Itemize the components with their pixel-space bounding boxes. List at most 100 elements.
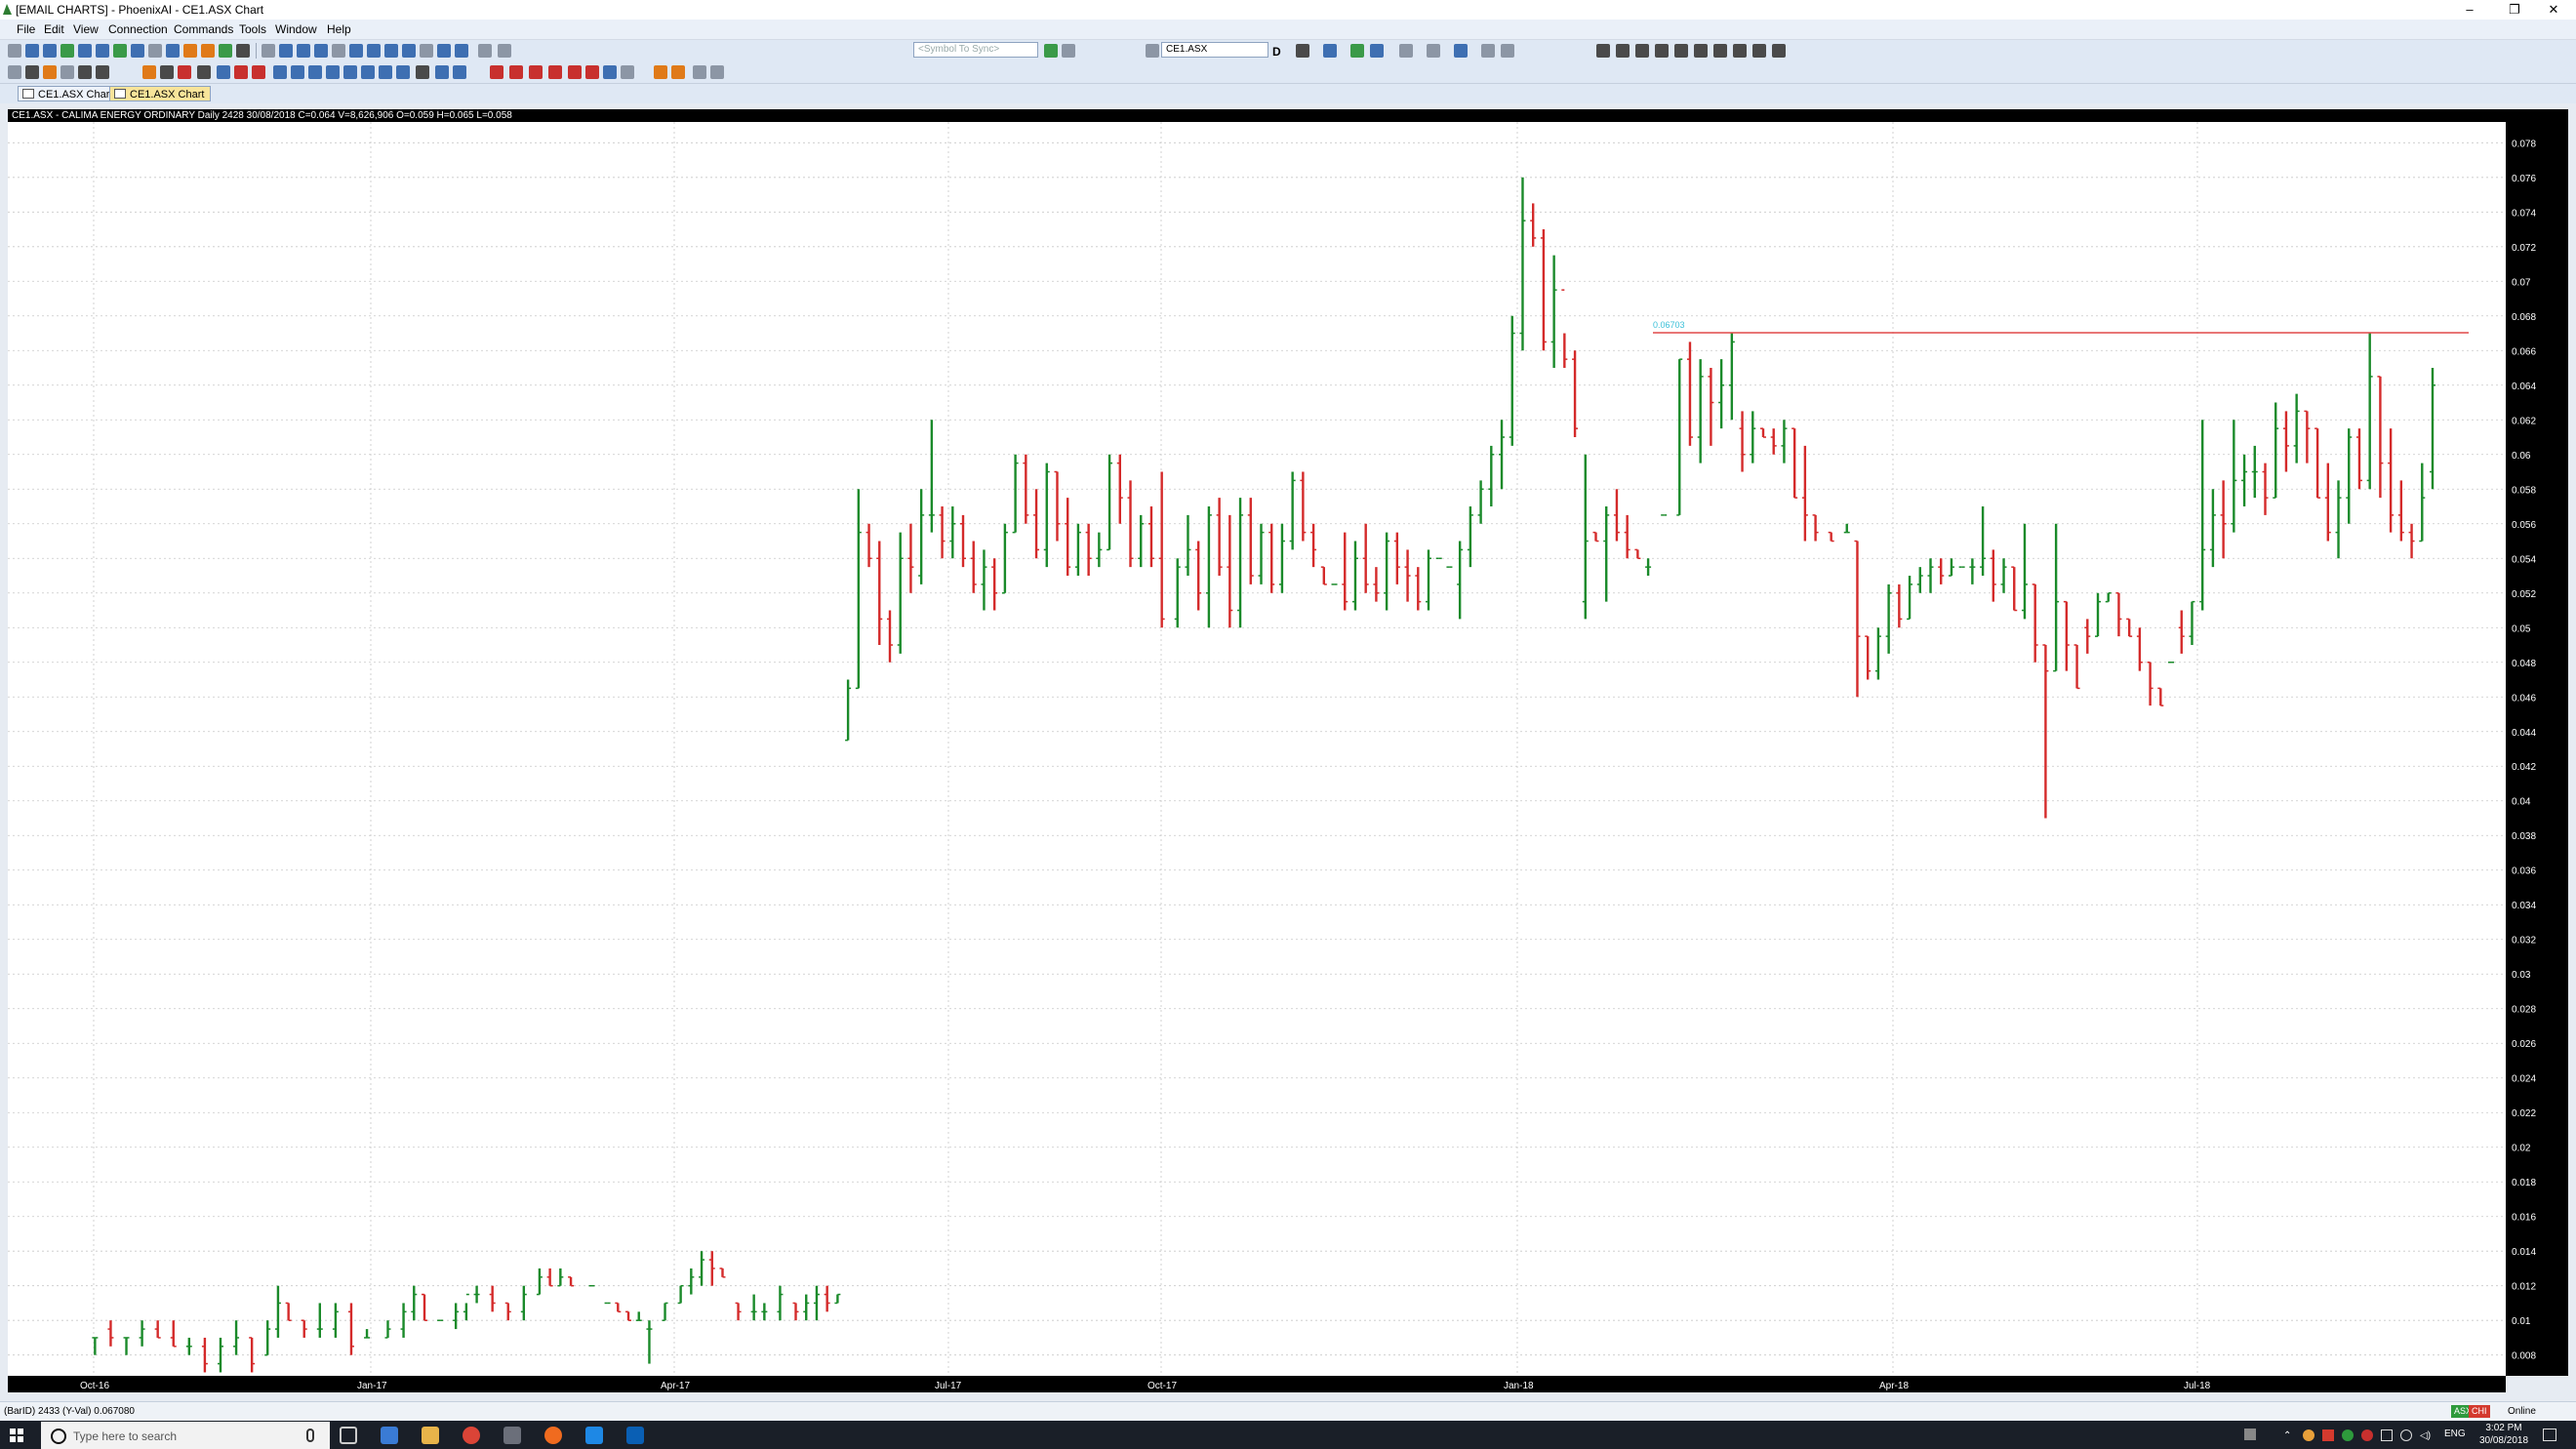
zoom-icon[interactable]: [262, 44, 275, 58]
measure-icon[interactable]: [453, 65, 466, 79]
tray-app-icon-3[interactable]: [2342, 1429, 2354, 1441]
drawing-settings-icon[interactable]: [693, 65, 706, 79]
align-5-icon[interactable]: [1674, 44, 1688, 58]
firefox-icon[interactable]: [544, 1427, 562, 1444]
price-chart[interactable]: 0.06703 0.0780.0760.0740.0720.070.0680.0…: [8, 122, 2568, 1392]
symbol-dropdown-icon[interactable]: [1146, 44, 1159, 58]
fan-icon[interactable]: [234, 65, 248, 79]
cycles-icon[interactable]: [603, 65, 617, 79]
rectangle-icon[interactable]: [490, 65, 503, 79]
align-6-icon[interactable]: [1694, 44, 1708, 58]
fib-fan-icon[interactable]: [326, 65, 340, 79]
align-icon[interactable]: [1596, 44, 1610, 58]
tab-chart-2[interactable]: CE1.ASX Chart: [109, 86, 212, 101]
chain-icon[interactable]: [420, 44, 433, 58]
settings-icon[interactable]: [478, 44, 492, 58]
export-icon[interactable]: [219, 44, 232, 58]
search-icon[interactable]: [498, 44, 511, 58]
arc-icon[interactable]: [252, 65, 265, 79]
text-label-icon[interactable]: [416, 65, 429, 79]
menu-tools[interactable]: Tools: [239, 22, 266, 36]
confirm-icon[interactable]: [1350, 44, 1364, 58]
tray-people-icon[interactable]: [2244, 1429, 2256, 1440]
align-4-icon[interactable]: [1655, 44, 1669, 58]
pan-icon[interactable]: [314, 44, 328, 58]
ratio-icon[interactable]: [1501, 44, 1514, 58]
refresh-icon[interactable]: [60, 44, 74, 58]
grid-view-icon[interactable]: [236, 44, 250, 58]
eraser-icon[interactable]: [60, 65, 74, 79]
vertical-line-icon[interactable]: [197, 65, 211, 79]
indicator-menu-icon[interactable]: [1323, 44, 1337, 58]
watchlist-icon[interactable]: [96, 44, 109, 58]
brush-icon[interactable]: [43, 65, 57, 79]
language-indicator[interactable]: ENG: [2444, 1429, 2466, 1439]
sync-go-icon[interactable]: [1044, 44, 1058, 58]
open-icon[interactable]: [8, 44, 21, 58]
grid-icon[interactable]: [131, 44, 144, 58]
tab-chart-1[interactable]: CE1.ASX Chart: [18, 86, 120, 101]
bar-type-icon[interactable]: [1296, 44, 1309, 58]
fib-arc-icon[interactable]: [343, 65, 357, 79]
close-button[interactable]: ✕: [2531, 0, 2576, 20]
menu-connection[interactable]: Connection: [108, 22, 168, 36]
task-view-icon[interactable]: [340, 1427, 357, 1444]
minimize-button[interactable]: –: [2447, 0, 2492, 20]
channel-icon[interactable]: [160, 65, 174, 79]
tray-app-icon-1[interactable]: [2303, 1429, 2314, 1441]
network-icon[interactable]: [2400, 1429, 2412, 1441]
drawing-options-icon[interactable]: [710, 65, 724, 79]
symbol-input[interactable]: CE1.ASX: [1161, 42, 1268, 58]
action-center-icon[interactable]: [2543, 1429, 2556, 1441]
outlook-icon[interactable]: [626, 1427, 644, 1444]
align-8-icon[interactable]: [1733, 44, 1747, 58]
taskbar-clock[interactable]: 3:02 PM 30/08/2018: [2475, 1422, 2533, 1447]
delete-drawings-icon[interactable]: [621, 65, 634, 79]
save-icon[interactable]: [43, 44, 57, 58]
crosshair-icon[interactable]: [297, 44, 310, 58]
tv-icon[interactable]: [671, 65, 685, 79]
text-icon[interactable]: [568, 65, 582, 79]
indicator-icon[interactable]: [349, 44, 363, 58]
link-icon[interactable]: [402, 44, 416, 58]
battery-icon[interactable]: [2381, 1429, 2393, 1441]
new-chart-icon[interactable]: [25, 44, 39, 58]
menu-window[interactable]: Window: [275, 22, 317, 36]
scale-icon[interactable]: [1427, 44, 1440, 58]
period-selector[interactable]: D: [1272, 45, 1281, 59]
trend-icon[interactable]: [1454, 44, 1468, 58]
menu-help[interactable]: Help: [327, 22, 351, 36]
pointer-icon[interactable]: [8, 65, 21, 79]
tray-chevron-icon[interactable]: ⌃: [2283, 1430, 2291, 1441]
align-3-icon[interactable]: [1635, 44, 1649, 58]
volume-icon[interactable]: ◁): [2420, 1430, 2431, 1441]
menu-file[interactable]: File: [17, 22, 35, 36]
layout-icon[interactable]: [78, 44, 92, 58]
align-2-icon[interactable]: [1616, 44, 1630, 58]
file-explorer-icon[interactable]: [422, 1427, 439, 1444]
menu-view[interactable]: View: [73, 22, 99, 36]
multi-chart-icon[interactable]: [437, 44, 451, 58]
grid-tool-icon[interactable]: [379, 65, 392, 79]
regression-icon[interactable]: [396, 65, 410, 79]
alert-icon[interactable]: [183, 44, 197, 58]
app-icon-pinned-1[interactable]: [381, 1427, 398, 1444]
symbol-sync-input[interactable]: <Symbol To Sync>: [913, 42, 1038, 58]
sync-clear-icon[interactable]: [1062, 44, 1075, 58]
menu-commands[interactable]: Commands: [174, 22, 233, 36]
price-label-icon[interactable]: [435, 65, 449, 79]
gann-icon[interactable]: [361, 65, 375, 79]
line-icon[interactable]: [78, 65, 92, 79]
fib-ext-icon[interactable]: [291, 65, 304, 79]
ray-icon[interactable]: [96, 65, 109, 79]
triangle-icon[interactable]: [548, 65, 562, 79]
marker-icon[interactable]: [178, 65, 191, 79]
arrow-icon[interactable]: [585, 65, 599, 79]
tray-app-icon-4[interactable]: [2361, 1429, 2373, 1441]
as-icon[interactable]: [654, 65, 667, 79]
report-icon[interactable]: [166, 44, 180, 58]
microphone-icon[interactable]: [306, 1429, 314, 1442]
scan-icon[interactable]: [113, 44, 127, 58]
tray-app-icon-2[interactable]: [2322, 1429, 2334, 1441]
chrome-icon[interactable]: [463, 1427, 480, 1444]
